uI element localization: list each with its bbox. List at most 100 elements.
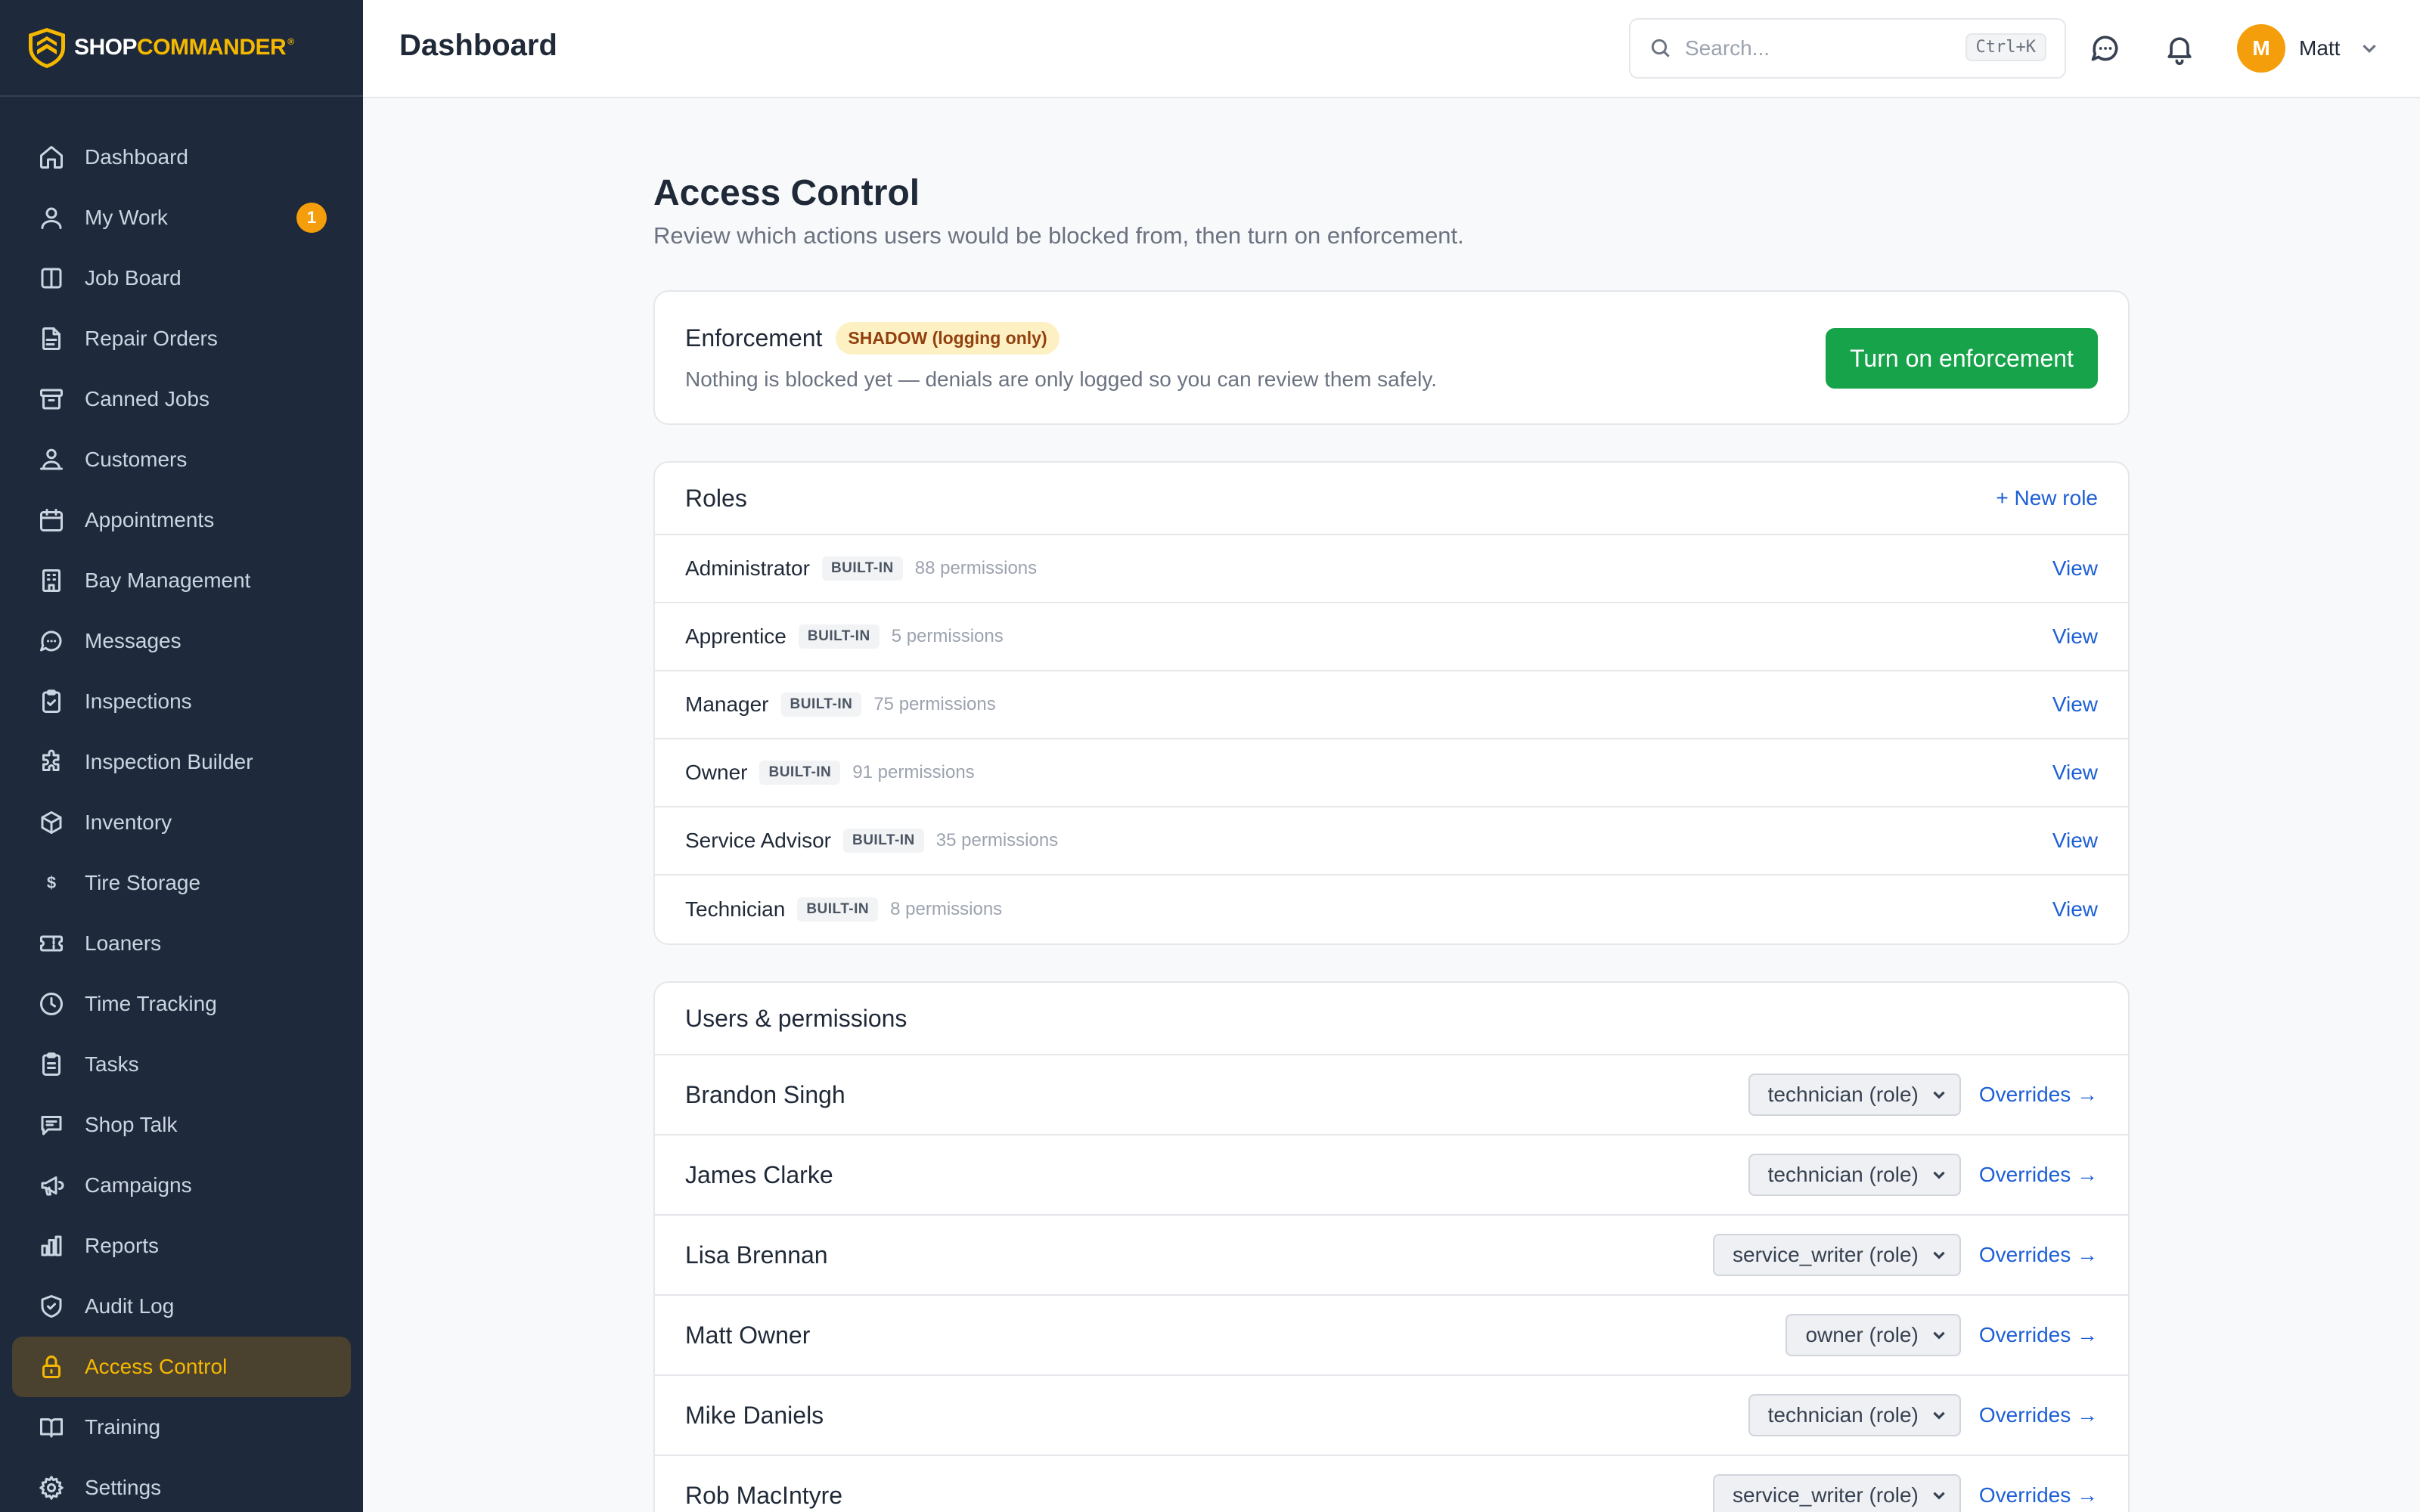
sidebar-item-time-tracking[interactable]: Time Tracking [0, 974, 363, 1034]
role-select[interactable]: technician (role) [1748, 1394, 1961, 1436]
sidebar-item-label: Bay Management [85, 569, 251, 592]
overrides-link[interactable]: Overrides → [1979, 1323, 2098, 1347]
role-name: Administrator [685, 556, 810, 580]
sidebar-item-canned-jobs[interactable]: Canned Jobs [0, 369, 363, 429]
role-select-value: owner (role) [1805, 1323, 1919, 1346]
new-role-button[interactable]: + New role [1996, 486, 2098, 510]
turn-on-enforcement-button[interactable]: Turn on enforcement [1826, 328, 2098, 389]
chat-icon[interactable] [2087, 30, 2124, 67]
view-role-link[interactable]: View [2052, 624, 2098, 649]
sidebar-item-training[interactable]: Training [0, 1397, 363, 1458]
role-name: Service Advisor [685, 829, 831, 852]
sidebar-item-label: Tasks [85, 1052, 139, 1076]
sidebar-item-audit-log[interactable]: Audit Log [0, 1276, 363, 1337]
list-item: Matt Owner owner (role) Overrides → [655, 1296, 2128, 1376]
table-row: Owner BUILT-IN 91 permissions View [655, 739, 2128, 807]
brand-name-part1: SHOP [74, 35, 138, 60]
calendar-icon [36, 505, 67, 535]
role-select[interactable]: owner (role) [1786, 1314, 1961, 1356]
columns-icon [36, 263, 67, 293]
topbar-title: Dashboard [399, 29, 557, 62]
overrides-link[interactable]: Overrides → [1979, 1403, 2098, 1427]
sidebar-item-settings[interactable]: Settings [0, 1458, 363, 1512]
count-badge: 1 [296, 203, 327, 233]
sidebar-item-label: Inspections [85, 689, 192, 713]
sidebar-item-label: Shop Talk [85, 1113, 178, 1136]
overrides-link[interactable]: Overrides → [1979, 1483, 2098, 1507]
table-row: Service Advisor BUILT-IN 35 permissions … [655, 807, 2128, 875]
clipboard-check-icon [36, 686, 67, 717]
sidebar-item-tire-storage[interactable]: $ Tire Storage [0, 853, 363, 913]
user-name: Lisa Brennan [685, 1241, 828, 1269]
user-name: Matt [2299, 36, 2341, 60]
sidebar-item-label: Canned Jobs [85, 387, 210, 411]
sidebar-item-dashboard[interactable]: Dashboard [0, 127, 363, 187]
role-select[interactable]: service_writer (role) [1713, 1234, 1961, 1276]
sidebar-item-appointments[interactable]: Appointments [0, 490, 363, 550]
archive-icon [36, 384, 67, 414]
sidebar-item-shop-talk[interactable]: Shop Talk [0, 1095, 363, 1155]
customers-icon [36, 445, 67, 475]
sidebar-item-inspections[interactable]: Inspections [0, 671, 363, 732]
sidebar-item-job-board[interactable]: Job Board [0, 248, 363, 308]
user-name: James Clarke [685, 1160, 833, 1188]
user-name: Rob MacIntyre [685, 1481, 843, 1509]
brand-logo[interactable]: SHOP COMMANDER ® [0, 0, 363, 97]
bell-icon[interactable] [2161, 30, 2198, 67]
enforcement-card: Enforcement SHADOW (logging only) Nothin… [653, 290, 2130, 425]
sidebar-item-reports[interactable]: Reports [0, 1216, 363, 1276]
sidebar-item-loaners[interactable]: Loaners [0, 913, 363, 974]
book-icon [36, 1412, 67, 1442]
role-select[interactable]: service_writer (role) [1713, 1474, 1961, 1512]
chevron-down-icon [2358, 37, 2381, 60]
sidebar-item-label: Audit Log [85, 1294, 175, 1318]
sidebar-item-my-work[interactable]: My Work 1 [0, 187, 363, 248]
shield-logo-icon [29, 28, 65, 68]
role-select-value: technician (role) [1767, 1083, 1919, 1106]
sidebar-item-bay-management[interactable]: Bay Management [0, 550, 363, 611]
user-name: Matt Owner [685, 1321, 811, 1349]
sidebar-item-repair-orders[interactable]: Repair Orders [0, 308, 363, 369]
sidebar-item-access-control[interactable]: Access Control [12, 1337, 351, 1397]
built-in-tag: BUILT-IN [842, 829, 924, 853]
view-role-link[interactable]: View [2052, 897, 2098, 922]
overrides-link[interactable]: Overrides → [1979, 1243, 2098, 1267]
sidebar-item-customers[interactable]: Customers [0, 429, 363, 490]
main-content: Access Control Review which actions user… [653, 98, 2130, 1512]
view-role-link[interactable]: View [2052, 556, 2098, 581]
sidebar-item-label: Tire Storage [85, 871, 201, 894]
overrides-link[interactable]: Overrides → [1979, 1163, 2098, 1187]
view-role-link[interactable]: View [2052, 761, 2098, 785]
user-name: Mike Daniels [685, 1401, 824, 1429]
sidebar-item-inventory[interactable]: Inventory [0, 792, 363, 853]
sidebar-item-label: Campaigns [85, 1173, 192, 1197]
permission-count: 91 permissions [852, 762, 975, 782]
sidebar-item-label: Inspection Builder [85, 750, 253, 773]
view-role-link[interactable]: View [2052, 692, 2098, 717]
sidebar: SHOP COMMANDER ® Dashboard My Work 1 Job B… [0, 0, 363, 1512]
roles-list: Administrator BUILT-IN 88 permissions Vi… [655, 535, 2128, 943]
search-box[interactable]: Ctrl+K [1629, 18, 2066, 79]
user-menu[interactable]: M Matt [2237, 24, 2381, 73]
role-select[interactable]: technician (role) [1748, 1074, 1961, 1116]
table-row: Apprentice BUILT-IN 5 permissions View [655, 603, 2128, 671]
sidebar-item-campaigns[interactable]: Campaigns [0, 1155, 363, 1216]
role-select[interactable]: technician (role) [1748, 1154, 1961, 1196]
view-role-link[interactable]: View [2052, 829, 2098, 853]
sidebar-item-inspection-builder[interactable]: Inspection Builder [0, 732, 363, 792]
search-input[interactable] [1685, 36, 1942, 60]
overrides-link[interactable]: Overrides → [1979, 1083, 2098, 1107]
sidebar-item-messages[interactable]: Messages [0, 611, 363, 671]
permission-count: 5 permissions [891, 626, 1004, 646]
users-permissions-title: Users & permissions [685, 1004, 908, 1032]
sidebar-item-label: My Work [85, 206, 168, 229]
users-permissions-card: Users & permissions Brandon Singh techni… [653, 981, 2130, 1512]
table-row: Technician BUILT-IN 8 permissions View [655, 875, 2128, 943]
built-in-tag: BUILT-IN [797, 897, 879, 922]
sidebar-item-label: Messages [85, 629, 182, 652]
list-item: Lisa Brennan service_writer (role) Overr… [655, 1216, 2128, 1296]
list-item: Rob MacIntyre service_writer (role) Over… [655, 1456, 2128, 1512]
sidebar-item-label: Job Board [85, 266, 182, 290]
sidebar-item-tasks[interactable]: Tasks [0, 1034, 363, 1095]
role-name: Manager [685, 692, 769, 716]
